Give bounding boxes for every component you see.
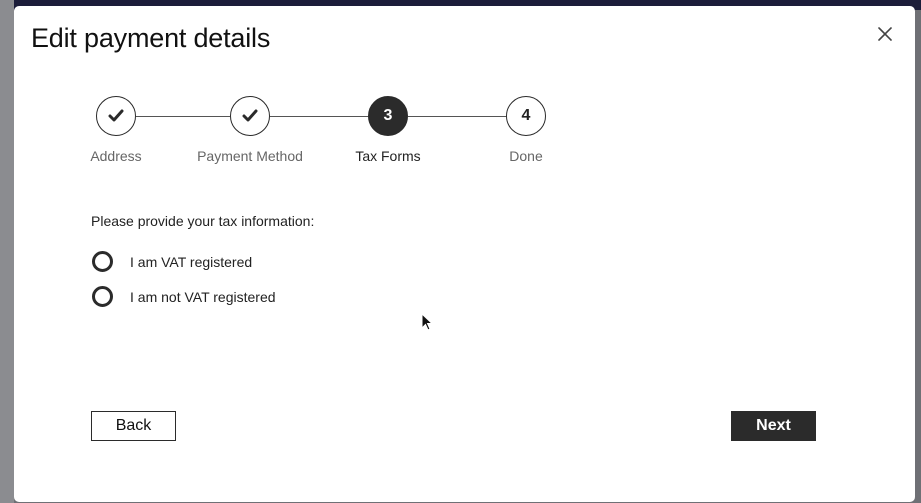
step-tax-forms-label: Tax Forms [355, 148, 421, 164]
not-vat-registered-label[interactable]: I am not VAT registered [130, 289, 276, 305]
mouse-cursor-icon [421, 313, 433, 331]
back-button[interactable]: Back [91, 411, 176, 441]
progress-stepper: Address Payment Method 3 Tax Forms 4 Don… [14, 6, 915, 186]
step-tax-forms-marker: 3 [368, 96, 408, 136]
check-icon [242, 109, 258, 122]
tax-info-prompt: Please provide your tax information: [91, 213, 315, 229]
step-done-label: Done [509, 148, 543, 164]
vat-registered-option[interactable]: I am VAT registered [92, 251, 252, 272]
next-button[interactable]: Next [731, 411, 816, 441]
step-done-marker: 4 [506, 96, 546, 136]
step-address-marker [96, 96, 136, 136]
step-payment-method-marker [230, 96, 270, 136]
step-connector [270, 116, 368, 117]
backdrop-overlay[interactable] [0, 0, 14, 503]
vat-registered-radio[interactable] [92, 251, 113, 272]
step-connector [408, 116, 506, 117]
edit-payment-modal: Edit payment details Address Payment Met… [14, 6, 915, 502]
check-icon [108, 109, 124, 122]
step-connector [136, 116, 230, 117]
vat-registered-label[interactable]: I am VAT registered [130, 254, 252, 270]
not-vat-registered-radio[interactable] [92, 286, 113, 307]
not-vat-registered-option[interactable]: I am not VAT registered [92, 286, 276, 307]
step-payment-method-label: Payment Method [197, 148, 303, 164]
